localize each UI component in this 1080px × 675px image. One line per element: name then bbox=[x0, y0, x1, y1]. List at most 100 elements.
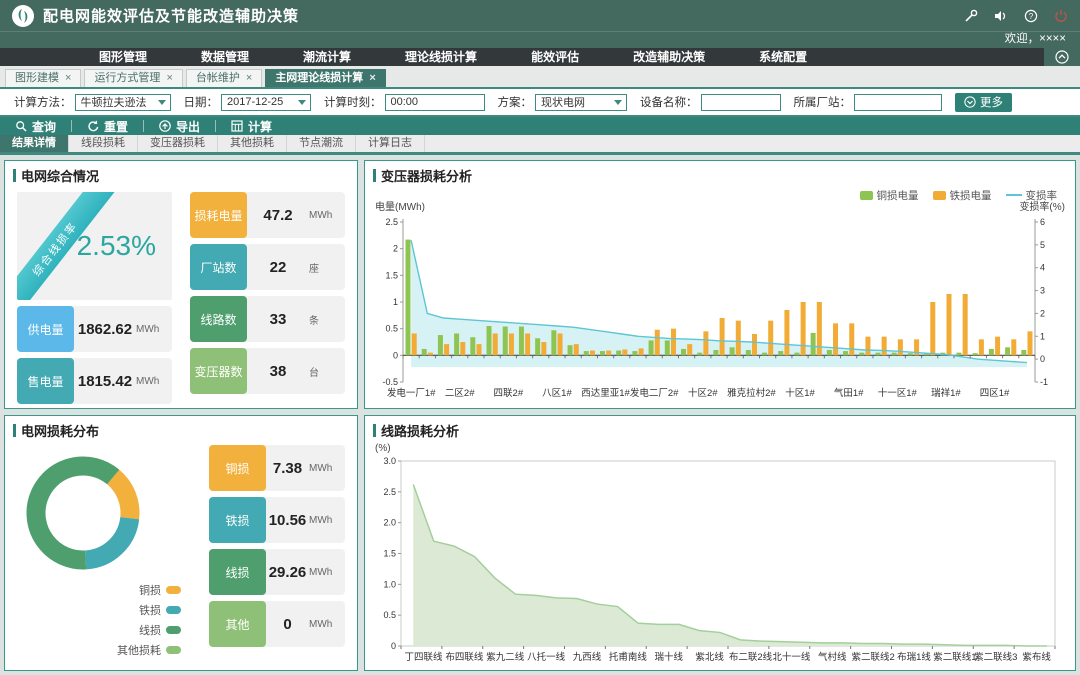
svg-text:0.5: 0.5 bbox=[383, 610, 396, 620]
stat-unit: MWh bbox=[309, 515, 345, 526]
station-input[interactable] bbox=[854, 94, 942, 111]
iron-bar bbox=[493, 333, 498, 355]
legend-label: 铜损电量 bbox=[877, 188, 919, 203]
svg-text:6: 6 bbox=[1040, 217, 1045, 227]
app-root: 配电网能效评估及节能改造辅助决策 ? 欢迎，×××× 图形管理数据管理潮流计算理… bbox=[0, 0, 1080, 675]
tab-台帐维护[interactable]: 台帐维护× bbox=[186, 69, 262, 87]
subtab-其他损耗[interactable]: 其他损耗 bbox=[218, 135, 287, 152]
tab-主网理论线损计算[interactable]: 主网理论线损计算× bbox=[265, 69, 385, 87]
copper-bar bbox=[811, 333, 816, 355]
nav-row: 图形管理数据管理潮流计算理论线损计算能效评估改造辅助决策系统配置 bbox=[0, 48, 1080, 66]
svg-text:紫布线: 紫布线 bbox=[1022, 651, 1051, 663]
close-icon[interactable]: × bbox=[166, 70, 172, 87]
svg-text:1.0: 1.0 bbox=[383, 579, 396, 589]
重置-button[interactable]: 重置 bbox=[72, 118, 143, 135]
iron-bar bbox=[833, 323, 838, 355]
iron-bar bbox=[1011, 339, 1016, 355]
wrench-icon[interactable] bbox=[964, 9, 978, 23]
subtab-线段损耗[interactable]: 线段损耗 bbox=[69, 135, 138, 152]
action-label: 导出 bbox=[176, 118, 200, 135]
stat-label: 厂站数 bbox=[190, 244, 247, 290]
date-select[interactable]: 2017-12-25 bbox=[221, 94, 311, 111]
subtab-计算日志[interactable]: 计算日志 bbox=[356, 135, 425, 152]
legend-item-其他损耗: 其他损耗 bbox=[117, 642, 181, 658]
svg-text:0: 0 bbox=[391, 641, 396, 651]
nav-item-潮流计算[interactable]: 潮流计算 bbox=[276, 48, 378, 66]
查询-button[interactable]: 查询 bbox=[0, 118, 71, 135]
app-title: 配电网能效评估及节能改造辅助决策 bbox=[43, 5, 299, 26]
stat-value: 29.26 bbox=[266, 564, 309, 581]
stat-value: 10.56 bbox=[266, 512, 309, 529]
copper-bar bbox=[406, 240, 411, 356]
more-button[interactable]: 更多 bbox=[955, 93, 1012, 112]
导出-button[interactable]: 导出 bbox=[144, 118, 215, 135]
close-icon[interactable]: × bbox=[65, 70, 71, 87]
time-input[interactable]: 00:00 bbox=[385, 94, 485, 111]
station-label: 所属厂站： bbox=[794, 94, 852, 110]
method-select[interactable]: 牛顿拉夫逊法 bbox=[75, 94, 171, 111]
copper-bar bbox=[697, 353, 702, 356]
plan-select[interactable]: 现状电网 bbox=[535, 94, 627, 111]
stat-label: 其他 bbox=[209, 601, 266, 647]
stat-value: 0 bbox=[266, 616, 309, 633]
legend-label: 线损 bbox=[139, 622, 161, 638]
device-name-input[interactable] bbox=[701, 94, 781, 111]
iron-bar bbox=[720, 318, 725, 355]
nav-item-理论线损计算[interactable]: 理论线损计算 bbox=[378, 48, 504, 66]
help-icon[interactable]: ? bbox=[1024, 9, 1038, 23]
donut-legend: 铜损铁损线损其他损耗 bbox=[117, 582, 181, 658]
tab-运行方式管理[interactable]: 运行方式管理 × bbox=[84, 69, 182, 87]
action-label: 查询 bbox=[32, 118, 56, 135]
copper-bar bbox=[746, 350, 751, 355]
right-axis-title: 变损率(%) bbox=[1019, 202, 1065, 214]
iron-bar bbox=[898, 339, 903, 355]
legend-swatch bbox=[166, 586, 181, 594]
power-icon[interactable] bbox=[1054, 9, 1068, 23]
nav-item-图形管理[interactable]: 图形管理 bbox=[72, 48, 174, 66]
copper-bar bbox=[892, 353, 897, 356]
legend-label: 铁损 bbox=[139, 602, 161, 618]
line-loss-chart: 00.51.01.52.02.53.0丁四联线布四联线紫九二线八托一线九西线托甫… bbox=[365, 455, 1075, 670]
iron-bar bbox=[671, 329, 676, 356]
svg-text:4: 4 bbox=[1040, 263, 1045, 273]
stat-card-线损: 线损29.26MWh bbox=[209, 549, 345, 595]
计算-button[interactable]: 计算 bbox=[216, 118, 287, 135]
stat-unit: 座 bbox=[309, 260, 345, 275]
up-circle-icon bbox=[1055, 50, 1069, 64]
subtab-变压器损耗[interactable]: 变压器损耗 bbox=[138, 135, 218, 152]
copper-bar bbox=[632, 351, 637, 355]
donut-slice-铁损 bbox=[86, 518, 130, 560]
y-axis-title: (%) bbox=[375, 443, 391, 455]
close-icon[interactable]: × bbox=[246, 70, 252, 87]
nav-item-改造辅助决策[interactable]: 改造辅助决策 bbox=[606, 48, 732, 66]
nav-item-数据管理[interactable]: 数据管理 bbox=[174, 48, 276, 66]
panel-loss-distribution: 电网损耗分布 铜损铁损线损其他损耗 铜损7.38MWh铁损10.56MWh线损2… bbox=[4, 415, 358, 671]
subtab-bar: 结果详情线段损耗变压器损耗其他损耗节点潮流计算日志 bbox=[0, 135, 1080, 155]
stat-value: 33 bbox=[247, 311, 309, 328]
svg-text:2.5: 2.5 bbox=[385, 217, 398, 227]
svg-text:发电二厂2#: 发电二厂2# bbox=[630, 387, 679, 399]
composite-loss-label: 综合线损率 bbox=[28, 218, 81, 279]
tab-label: 运行方式管理 bbox=[94, 70, 160, 87]
subtab-结果详情[interactable]: 结果详情 bbox=[0, 135, 69, 152]
iron-bar bbox=[525, 333, 530, 355]
nav-item-系统配置[interactable]: 系统配置 bbox=[732, 48, 834, 66]
subtab-节点潮流[interactable]: 节点潮流 bbox=[287, 135, 356, 152]
nav-item-能效评估[interactable]: 能效评估 bbox=[504, 48, 606, 66]
legend-item-铜损: 铜损 bbox=[117, 582, 181, 598]
nav-menu: 图形管理数据管理潮流计算理论线损计算能效评估改造辅助决策系统配置 bbox=[0, 48, 1044, 66]
close-icon[interactable]: × bbox=[369, 70, 375, 87]
copper-bar bbox=[438, 335, 443, 355]
iron-bar bbox=[752, 334, 757, 355]
svg-text:3.0: 3.0 bbox=[383, 456, 396, 466]
legend-label: 其他损耗 bbox=[117, 642, 161, 658]
collapse-button[interactable] bbox=[1044, 48, 1080, 66]
copper-bar bbox=[956, 353, 961, 356]
action-bar: 查询重置 导出计算 bbox=[0, 117, 1080, 135]
stat-label: 铁损 bbox=[209, 497, 266, 543]
method-value: 牛顿拉夫逊法 bbox=[81, 94, 147, 110]
svg-text:1: 1 bbox=[1040, 331, 1045, 341]
copper-bar bbox=[616, 351, 621, 356]
speaker-icon[interactable] bbox=[994, 9, 1008, 23]
tab-图形建模[interactable]: 图形建模× bbox=[5, 69, 81, 87]
